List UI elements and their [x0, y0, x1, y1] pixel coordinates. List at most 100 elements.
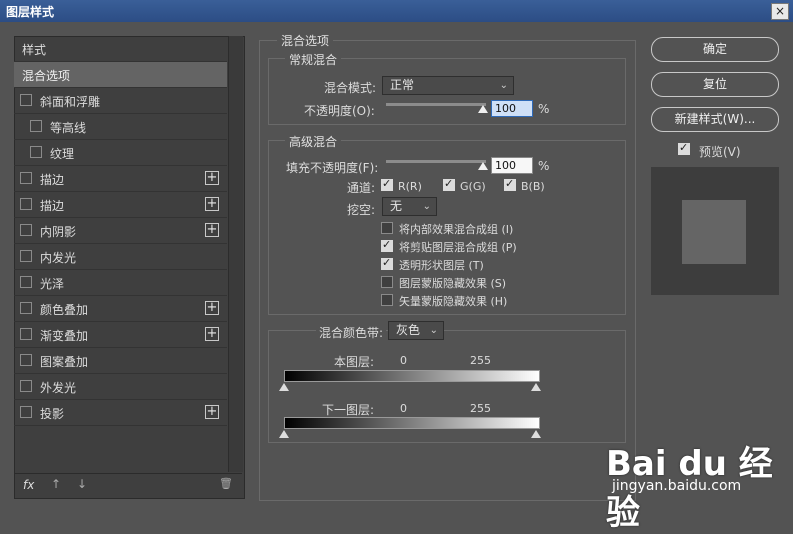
styles-footer: fx ↑ ↓ 🗑	[15, 473, 242, 498]
style-item-label: 投影	[40, 407, 65, 421]
trash-icon[interactable]: 🗑	[219, 477, 233, 490]
blend-mode-dropdown[interactable]: 正常 ⌄	[382, 76, 514, 95]
add-effect-icon[interactable]: +	[205, 301, 219, 315]
style-item-label: 内阴影	[40, 225, 77, 239]
preview-checkbox[interactable]	[678, 141, 690, 155]
blend-if-value: 灰色	[396, 323, 421, 337]
blend-clipped-layers-label: 将剪贴图层混合成组 (P)	[399, 241, 517, 254]
underlying-layer-max-handle[interactable]	[531, 430, 541, 438]
style-checkbox[interactable]	[20, 94, 32, 106]
general-blending-title: 常规混合	[285, 51, 342, 68]
blend-mode-value: 正常	[390, 78, 415, 92]
style-item-pattern-overlay[interactable]: 图案叠加	[14, 348, 227, 374]
new-style-button[interactable]: 新建样式(W)...	[651, 107, 779, 132]
style-item-label: 颜色叠加	[40, 303, 89, 317]
underlying-layer-min: 0	[400, 402, 407, 415]
underlying-layer-min-handle[interactable]	[279, 430, 289, 438]
styles-header-label: 样式	[22, 43, 47, 57]
channel-r-checkbox[interactable]	[381, 177, 393, 191]
knockout-value: 无	[390, 199, 403, 213]
blend-clipped-layers-checkbox[interactable]	[381, 238, 393, 252]
style-checkbox[interactable]	[20, 380, 32, 392]
add-effect-icon[interactable]: +	[205, 171, 219, 185]
style-item-label: 纹理	[50, 147, 75, 161]
opacity-slider-knob[interactable]	[478, 105, 488, 113]
fill-opacity-input[interactable]: 100	[491, 157, 533, 174]
channel-g-label: G(G)	[460, 180, 486, 193]
move-up-icon[interactable]: ↑	[51, 477, 61, 491]
layer-mask-hides-checkbox[interactable]	[381, 276, 393, 288]
style-item-label: 混合选项	[22, 69, 71, 83]
style-item-outer-glow[interactable]: 外发光	[14, 374, 227, 400]
chevron-down-icon: ⌄	[499, 80, 508, 91]
style-item-blending-options[interactable]: 混合选项	[14, 62, 227, 88]
blending-options-title: 混合选项	[277, 32, 334, 49]
style-checkbox[interactable]	[20, 198, 32, 210]
reset-button[interactable]: 复位	[651, 72, 779, 97]
add-effect-icon[interactable]: +	[205, 197, 219, 211]
styles-scrollbar[interactable]	[228, 36, 243, 472]
style-checkbox[interactable]	[30, 146, 42, 158]
opacity-percent: %	[538, 102, 550, 116]
style-item-stroke-2[interactable]: 描边 +	[14, 192, 227, 218]
style-item-satin[interactable]: 光泽	[14, 270, 227, 296]
style-checkbox[interactable]	[20, 250, 32, 262]
style-item-texture[interactable]: 纹理	[14, 140, 227, 166]
channel-b-checkbox[interactable]	[504, 177, 516, 191]
style-item-gradient-overlay[interactable]: 渐变叠加 +	[14, 322, 227, 348]
style-checkbox[interactable]	[20, 302, 32, 314]
this-layer-label: 本图层:	[334, 355, 375, 369]
blend-mode-label: 混合模式:	[324, 81, 377, 95]
this-layer-min-handle[interactable]	[279, 383, 289, 391]
advanced-blending-title: 高级混合	[285, 133, 342, 150]
transparency-shapes-checkbox[interactable]	[381, 256, 393, 270]
window-title: 图层样式	[6, 5, 55, 19]
fx-icon[interactable]: fx	[23, 478, 34, 492]
this-layer-max-handle[interactable]	[531, 383, 541, 391]
style-item-label: 斜面和浮雕	[40, 95, 101, 109]
style-item-inner-shadow[interactable]: 内阴影 +	[14, 218, 227, 244]
underlying-layer-gradient	[284, 417, 540, 429]
style-item-stroke-1[interactable]: 描边 +	[14, 166, 227, 192]
blend-interior-effects-label: 将内部效果混合成组 (I)	[399, 223, 514, 236]
ok-button[interactable]: 确定	[651, 37, 779, 62]
style-checkbox[interactable]	[20, 276, 32, 288]
fill-opacity-slider-track[interactable]	[386, 160, 486, 163]
channel-r-label: R(R)	[398, 180, 422, 193]
style-item-drop-shadow[interactable]: 投影 +	[14, 400, 227, 426]
close-button[interactable]: ×	[771, 3, 789, 20]
add-effect-icon[interactable]: +	[205, 327, 219, 341]
knockout-dropdown[interactable]: 无 ⌄	[382, 197, 437, 216]
style-checkbox[interactable]	[20, 328, 32, 340]
style-item-color-overlay[interactable]: 颜色叠加 +	[14, 296, 227, 322]
this-layer-max: 255	[470, 354, 491, 367]
blend-if-label: 混合颜色带:	[316, 324, 387, 341]
vector-mask-hides-checkbox[interactable]	[381, 294, 393, 306]
chevron-down-icon: ⌄	[422, 201, 431, 212]
layer-mask-hides-label: 图层蒙版隐藏效果 (S)	[399, 277, 507, 290]
style-item-bevel-emboss[interactable]: 斜面和浮雕	[14, 88, 227, 114]
preview-label: 预览(V)	[699, 145, 741, 159]
add-effect-icon[interactable]: +	[205, 223, 219, 237]
add-effect-icon[interactable]: +	[205, 405, 219, 419]
style-item-contour[interactable]: 等高线	[14, 114, 227, 140]
channel-g-checkbox[interactable]	[443, 177, 455, 191]
style-item-label: 光泽	[40, 277, 65, 291]
style-item-label: 外发光	[40, 381, 77, 395]
style-preview-swatch	[682, 200, 746, 264]
style-item-inner-glow[interactable]: 内发光	[14, 244, 227, 270]
opacity-slider-track[interactable]	[386, 103, 486, 106]
style-item-label: 渐变叠加	[40, 329, 89, 343]
fill-opacity-label: 填充不透明度(F):	[286, 161, 379, 175]
style-checkbox[interactable]	[20, 406, 32, 418]
style-checkbox[interactable]	[20, 354, 32, 366]
style-checkbox[interactable]	[20, 172, 32, 184]
fill-opacity-slider-knob[interactable]	[478, 162, 488, 170]
title-bar: 图层样式 ×	[0, 0, 793, 22]
blend-if-dropdown[interactable]: 灰色 ⌄	[388, 321, 444, 340]
style-checkbox[interactable]	[30, 120, 42, 132]
style-checkbox[interactable]	[20, 224, 32, 236]
opacity-input[interactable]: 100	[491, 100, 533, 117]
blend-interior-effects-checkbox[interactable]	[381, 222, 393, 234]
move-down-icon[interactable]: ↓	[77, 477, 87, 491]
